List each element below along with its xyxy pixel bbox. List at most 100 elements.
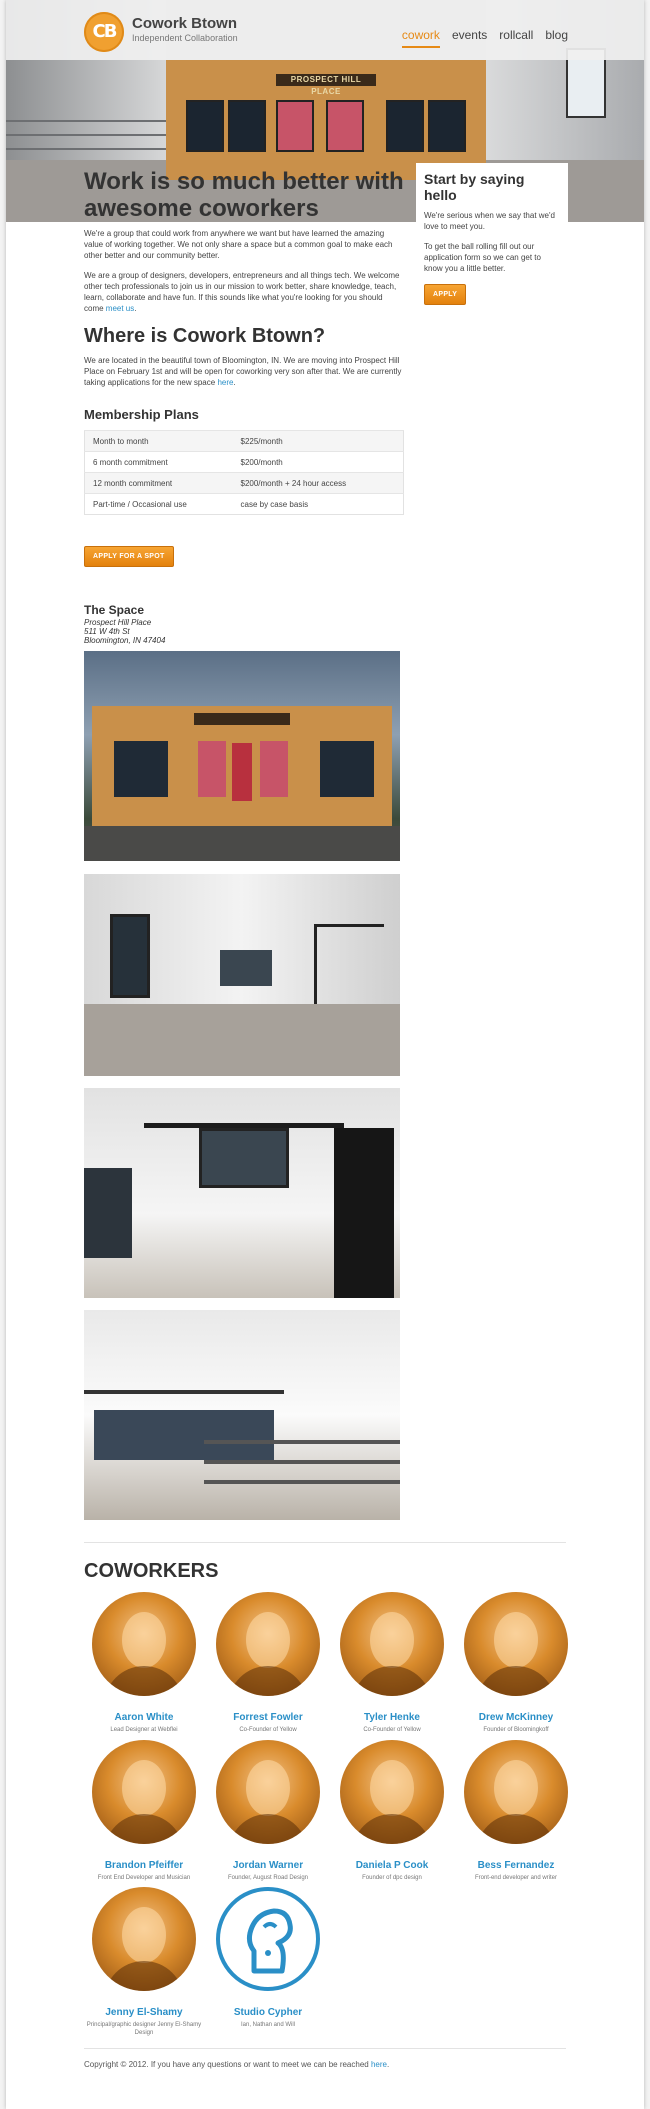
avatar[interactable] [464,1740,568,1844]
hero-heading: Work is so much better with awesome cowo… [84,168,404,222]
here-link[interactable]: here [217,378,233,387]
coworker-card[interactable]: Daniela P Cook Founder of dpc design [327,1740,457,1882]
space-photo-interior-2 [84,1088,400,1298]
avatar-face [370,1760,414,1816]
photo-door [232,743,252,801]
coworker-card[interactable]: Jenny El-Shamy Principal/graphic designe… [79,1887,209,2037]
photo-window [94,1410,274,1460]
footer-contact-link[interactable]: here [371,2060,387,2069]
nav-cowork[interactable]: cowork [401,28,440,48]
coworker-role: Founder of Bloomingkoff [483,1727,549,1733]
coworker-name[interactable]: Jenny El-Shamy [79,2007,209,2018]
footer-divider [84,2048,566,2049]
avatar[interactable] [340,1592,444,1696]
hero-railing [6,120,166,122]
hero-building-window [428,100,466,152]
site-tagline: Independent Collaboration [132,33,238,43]
nav-blog[interactable]: blog [545,28,568,48]
avatar[interactable] [92,1592,196,1696]
coworker-name[interactable]: Aaron White [79,1712,209,1723]
intro-paragraph-2-end: . [134,304,137,313]
hero-building-window [228,100,266,152]
avatar-face [246,1612,290,1668]
studio-cypher-logo[interactable] [216,1887,320,1991]
plan-name: 6 month commitment [84,451,233,473]
coworker-name[interactable]: Studio Cypher [203,2007,333,2018]
hello-text-2: To get the ball rolling fill out our app… [424,242,541,273]
logo[interactable]: CB [84,12,124,52]
avatar-face [122,1612,166,1668]
photo-window [220,950,272,986]
coworker-name[interactable]: Bess Fernandez [451,1860,581,1871]
hello-box: Start by saying hello We're serious when… [416,163,568,305]
space-photo-interior-1 [84,874,400,1076]
coworker-role: Co-Founder of Yellow [363,1727,421,1733]
table-row: 12 month commitment $200/month + 24 hour … [84,472,404,494]
apply-button[interactable]: APPLY [424,284,467,305]
plan-price: $200/month + 24 hour access [232,472,404,494]
where-end: . [233,378,236,387]
site-brand[interactable]: Cowork Btown [132,15,237,32]
hello-text-1: We're serious when we say that we'd love… [424,211,555,231]
address-line-1: Prospect Hill Place [84,618,152,627]
plan-name: Part-time / Occasional use [84,493,233,515]
plan-name: 12 month commitment [84,472,233,494]
coworker-card[interactable]: Aaron White Lead Designer at Webflei [79,1592,209,1734]
coworker-name[interactable]: Jordan Warner [203,1860,333,1871]
coworker-name[interactable]: Forrest Fowler [203,1712,333,1723]
photo-window [198,741,226,797]
intro-paragraph-1: We're a group that could work from anywh… [84,229,393,260]
address-line-2: 511 W 4th St [84,627,130,636]
coworker-name[interactable]: Daniela P Cook [327,1860,457,1871]
coworker-name[interactable]: Drew McKinney [451,1712,581,1723]
meet-us-link[interactable]: meet us [106,304,134,313]
apply-for-spot-button[interactable]: APPLY FOR A SPOT [84,546,174,567]
space-title: The Space [84,603,145,617]
coworker-role: Front-end developer and writer [474,1875,558,1881]
coworker-card[interactable]: Brandon Pfeiffer Front End Developer and… [79,1740,209,1882]
coworker-role: Founder, August Road Design [227,1875,309,1881]
avatar[interactable] [216,1740,320,1844]
address-line-3: Bloomington, IN 47404 [84,636,166,645]
coworker-card[interactable]: Jordan Warner Founder, August Road Desig… [203,1740,333,1882]
coworker-role: Ian, Nathan and Will [240,2022,296,2028]
intro-paragraph-2: We are a group of designers, developers,… [84,270,404,314]
nav-events[interactable]: events [452,28,487,48]
space-photo-exterior [84,651,400,861]
footer: Copyright © 2012. If you have any questi… [84,2060,389,2069]
photo-window [320,741,374,797]
table-row: Part-time / Occasional use case by case b… [84,493,404,515]
hero-railing [6,148,166,150]
avatar-body [104,1961,184,1991]
coworker-role: Principal/graphic designer Jenny El-Sham… [86,2022,202,2036]
main-nav: cowork events rollcall blog [401,28,568,48]
avatar[interactable] [216,1592,320,1696]
avatar-body [476,1814,556,1844]
photo-staircase [334,1128,394,1298]
photo-floor [84,1004,400,1076]
photo-sign [194,713,290,725]
coworker-card[interactable]: Tyler Henke Co-Founder of Yellow [327,1592,457,1734]
coworker-card[interactable]: Studio Cypher Ian, Nathan and Will [203,1887,333,2029]
avatar[interactable] [464,1592,568,1696]
photo-window [260,741,288,797]
hero-building-door [326,100,364,152]
page: PROSPECT HILL PLACE CB Cowork Btown Inde… [6,0,644,2109]
nav-rollcall[interactable]: rollcall [499,28,533,48]
hero-building-window [276,100,314,152]
coworker-name[interactable]: Tyler Henke [327,1712,457,1723]
photo-railing [204,1440,400,1444]
avatar[interactable] [92,1740,196,1844]
hero-building-window [186,100,224,152]
coworker-card[interactable]: Forrest Fowler Co-Founder of Yellow [203,1592,333,1734]
photo-window [84,1168,132,1258]
coworker-card[interactable]: Drew McKinney Founder of Bloomingkoff [451,1592,581,1734]
avatar[interactable] [340,1740,444,1844]
avatar[interactable] [92,1887,196,1991]
coworker-card[interactable]: Bess Fernandez Front-end developer and w… [451,1740,581,1882]
where-paragraph: We are located in the beautiful town of … [84,355,404,388]
plan-name: Month to month [84,430,233,452]
table-row: Month to month $225/month [84,430,404,452]
coworker-name[interactable]: Brandon Pfeiffer [79,1860,209,1871]
hero-sign: PROSPECT HILL PLACE [276,74,376,96]
